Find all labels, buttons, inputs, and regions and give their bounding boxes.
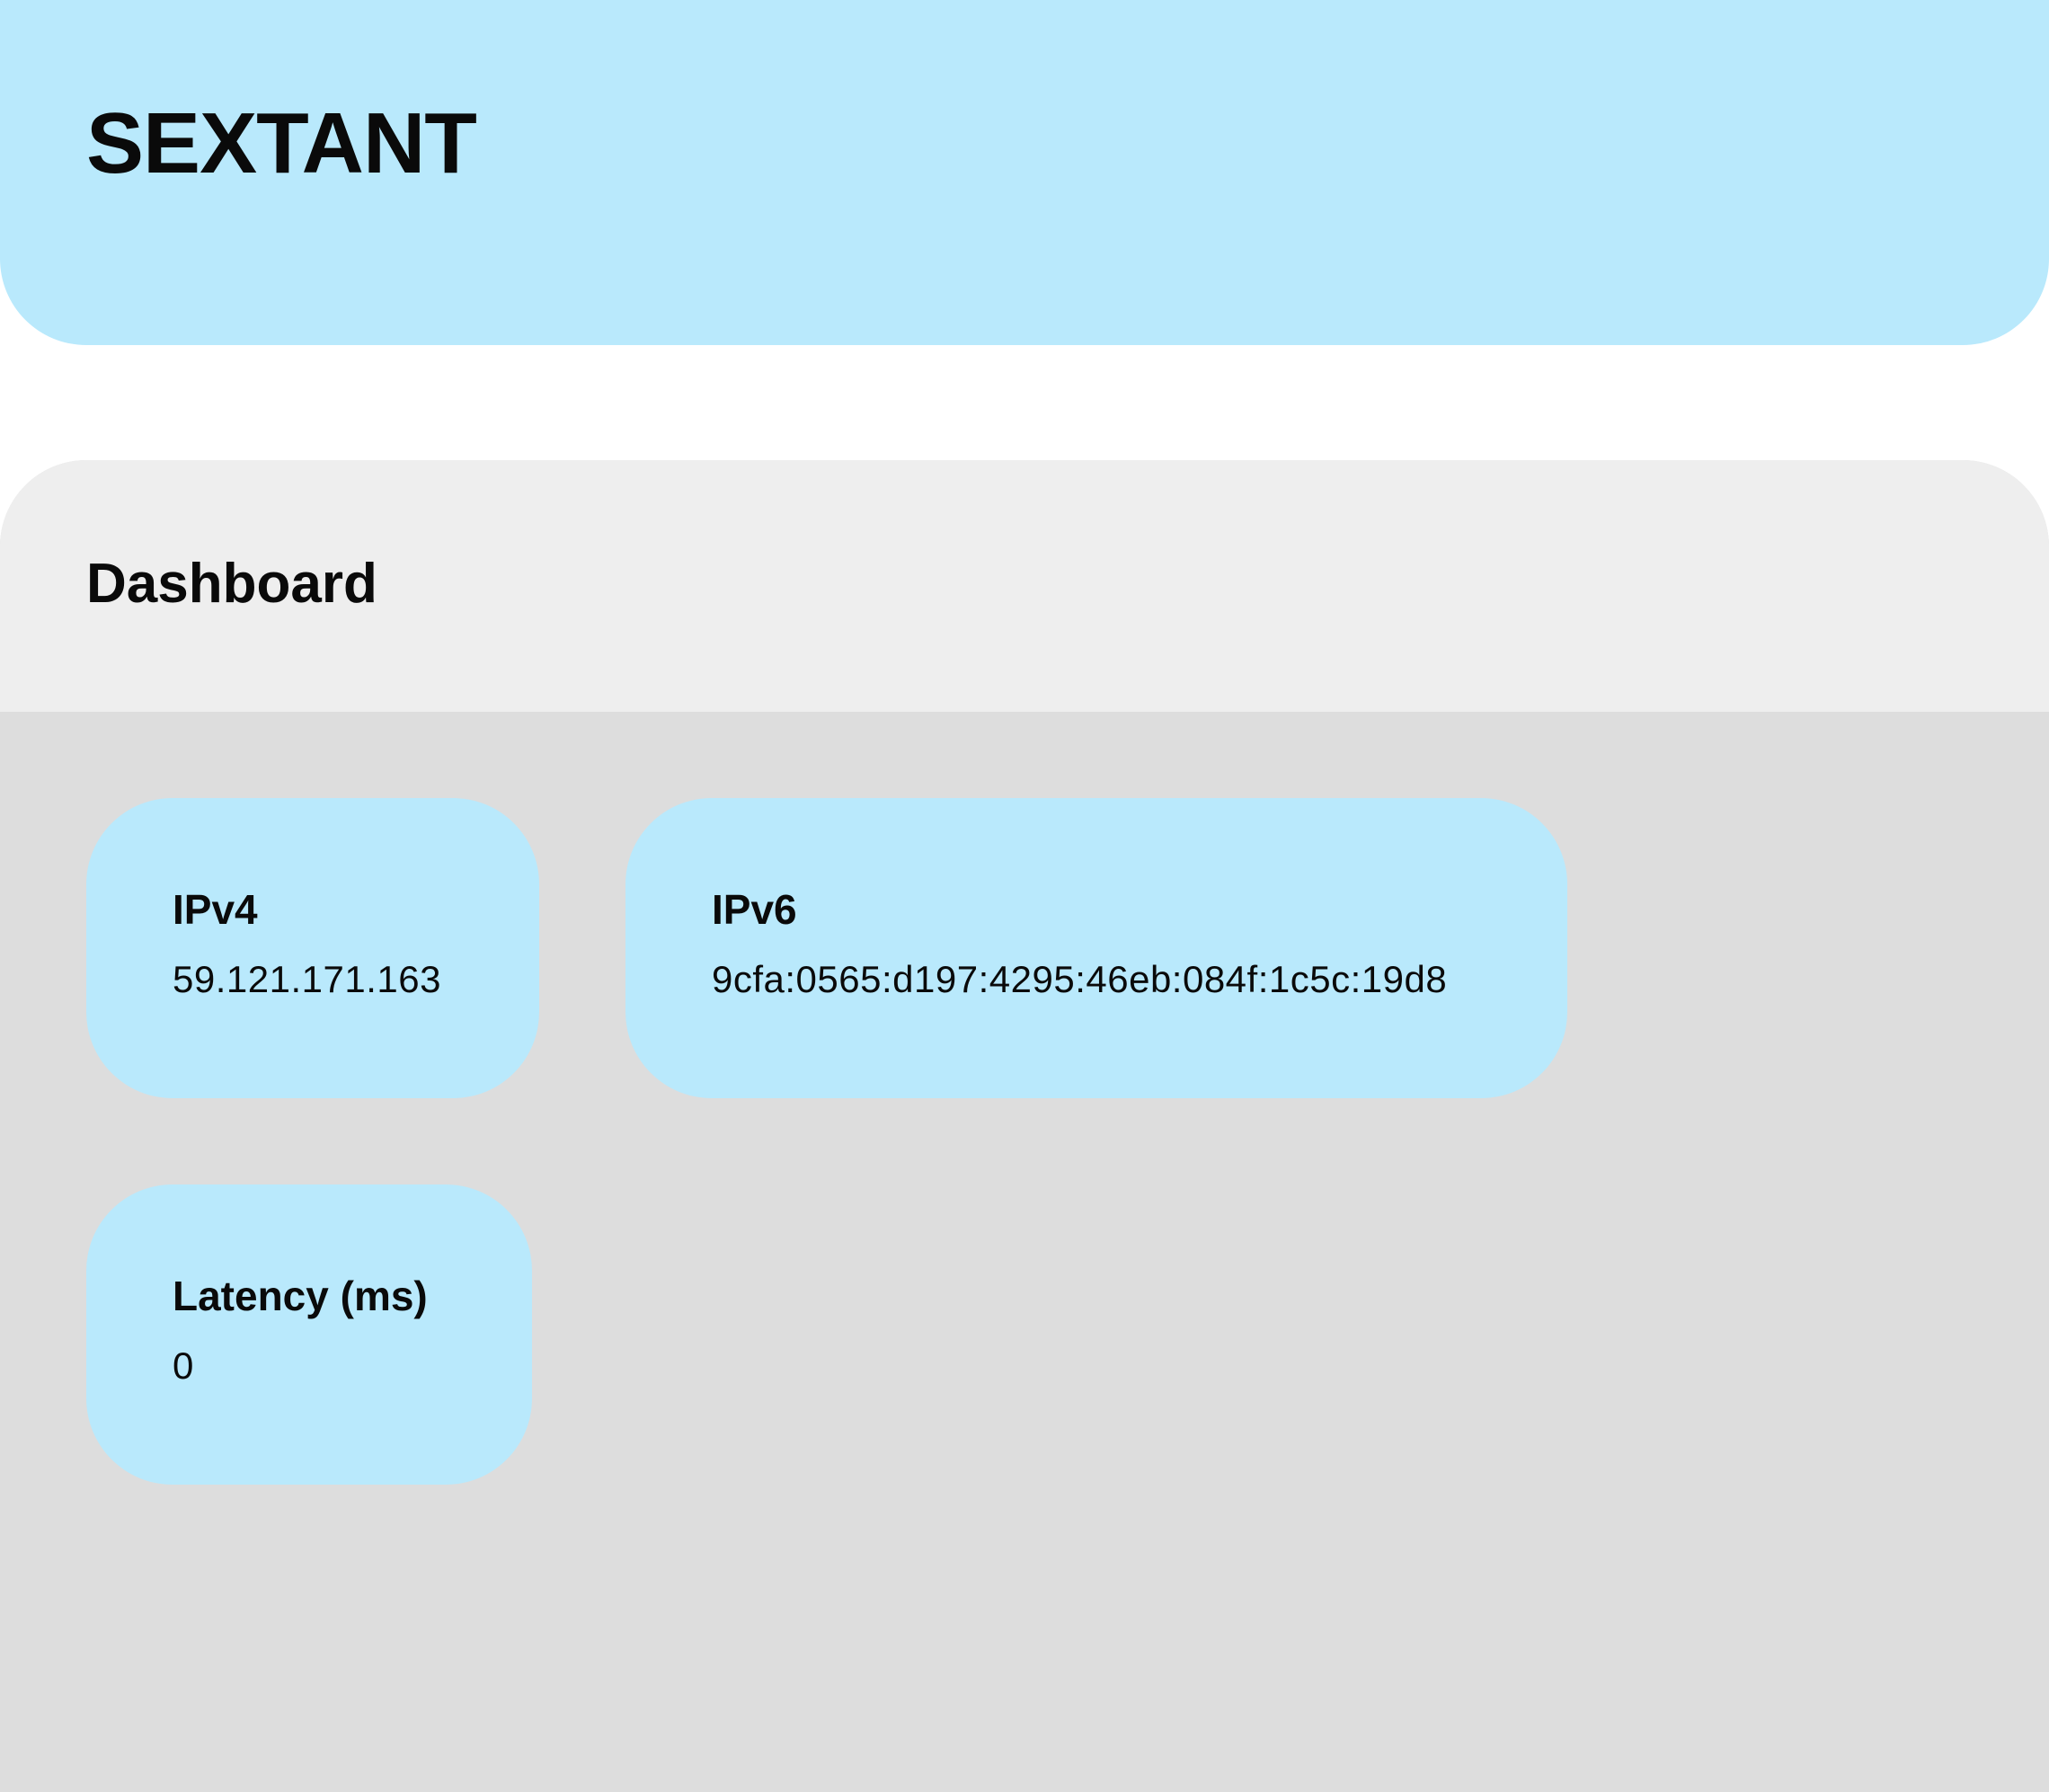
ipv4-card: IPv4 59.121.171.163 — [86, 798, 539, 1098]
latency-label: Latency (ms) — [173, 1273, 428, 1319]
app-root: SEXTANT Dashboard IPv4 59.121.171.163 IP… — [0, 0, 2049, 1792]
latency-value: 0 — [173, 1344, 194, 1387]
ipv4-label: IPv4 — [173, 886, 258, 933]
brand-title: SEXTANT — [86, 95, 477, 191]
app-header: SEXTANT — [0, 0, 2049, 345]
latency-card: Latency (ms) 0 — [86, 1184, 532, 1485]
ipv4-value: 59.121.171.163 — [173, 958, 441, 1000]
dashboard-panel-header: Dashboard — [0, 460, 2049, 712]
dashboard-title: Dashboard — [86, 553, 377, 615]
dashboard-panel: Dashboard IPv4 59.121.171.163 IPv6 9cfa:… — [0, 460, 2049, 1792]
ipv6-label: IPv6 — [712, 886, 797, 933]
ipv6-value: 9cfa:0565:d197:4295:46eb:084f:1c5c:19d8 — [712, 958, 1448, 1000]
ipv6-card: IPv6 9cfa:0565:d197:4295:46eb:084f:1c5c:… — [625, 798, 1567, 1098]
